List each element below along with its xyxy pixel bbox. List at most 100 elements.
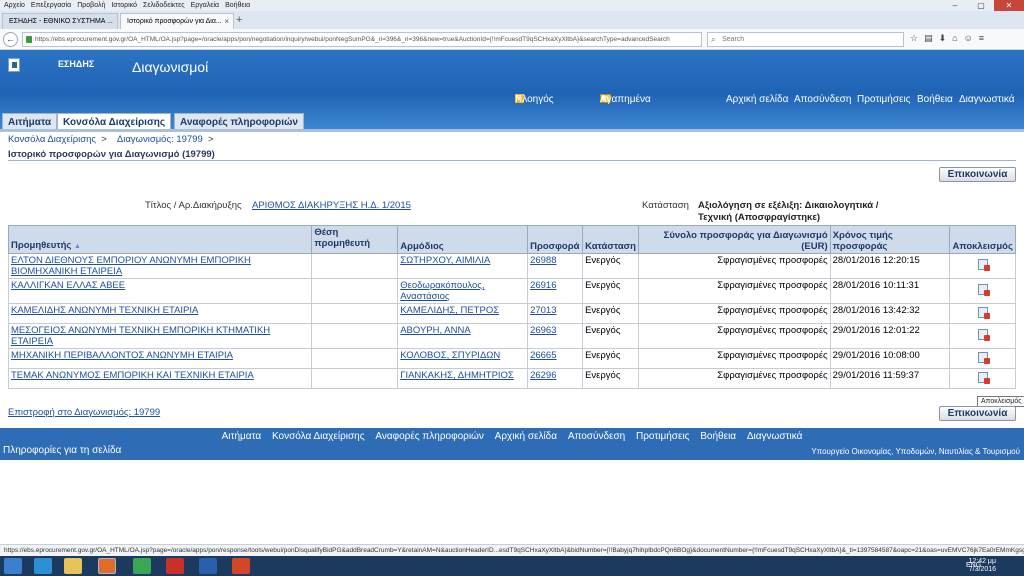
footer-link-logout[interactable]: Αποσύνδεση <box>568 431 625 442</box>
sync-icon[interactable]: ☺ <box>964 33 973 44</box>
firefox-icon[interactable] <box>98 558 116 574</box>
close-window-icon[interactable]: ✕ <box>994 0 1024 11</box>
bid-number-link[interactable]: 26665 <box>527 348 584 369</box>
close-tab-icon[interactable]: × <box>224 17 229 26</box>
diagnostics-link[interactable]: Διαγνωστικά <box>959 94 1015 105</box>
file-explorer-icon[interactable] <box>64 558 82 574</box>
supplier-link[interactable]: ΚΑΛΛΙΓΚΑΝ ΕΛΛΑΣ ΑΒΕΕ <box>7 278 313 304</box>
home-link[interactable]: Αρχική σελίδα <box>726 94 788 105</box>
new-tab-icon[interactable]: + <box>236 14 242 26</box>
supplier-link[interactable]: ΤΕΜΑΚ ΑΝΩΝΥΜΟΣ ΕΜΠΟΡΙΚΗ ΚΑΙ ΤΕΧΝΙΚΗ ΕΤΑΙ… <box>7 368 313 389</box>
reading-list-icon[interactable]: ▤ <box>924 33 933 44</box>
tab-info-reports[interactable]: Αναφορές πληροφοριών <box>174 113 304 130</box>
browser-menubar: Αρχείο Επεξεργασία Προβολή Ιστορικό Σελι… <box>0 0 1024 11</box>
footer-link-diagnostics[interactable]: Διαγνωστικά <box>747 431 803 442</box>
bid-time-cell: 28/01/2016 13:42:32 <box>829 303 951 324</box>
return-to-tender-link[interactable]: Επιστροφή στο Διαγωνισμός: 19799 <box>8 407 160 418</box>
search-input[interactable]: ⌕ Search <box>707 32 904 47</box>
tab-requests[interactable]: Αιτήματα <box>2 113 58 130</box>
menu-history[interactable]: Ιστορικό <box>111 2 137 9</box>
disqualify-icon[interactable] <box>977 371 990 384</box>
tab-admin-console[interactable]: Κονσόλα Διαχείρισης <box>57 113 172 130</box>
window-controls: – ▢ ✕ <box>942 0 1024 11</box>
bid-number-link[interactable]: 26916 <box>527 278 584 304</box>
breadcrumb-separator: > <box>101 134 107 145</box>
help-link[interactable]: Βοήθεια <box>917 94 953 105</box>
browser-tab-label: Ιστορικό προσφορών για Δια... <box>127 18 222 25</box>
contact-button[interactable]: Επικοινωνία <box>939 167 1016 182</box>
supplier-link[interactable]: ΜΗΧΑΝΙΚΗ ΠΕΡΙΒΑΛΛΟΝΤΟΣ ΑΝΩΝΥΜΗ ΕΤΑΙΡΙΑ <box>7 348 313 369</box>
browser-tab-bid-history[interactable]: Ιστορικό προσφορών για Δια... × <box>120 13 234 29</box>
chrome-icon[interactable] <box>133 558 151 574</box>
title-value-link[interactable]: ΑΡΙΘΜΟΣ ΔΙΑΚΗΡΥΞΗΣ Η.Δ. 1/2015 <box>252 200 411 211</box>
supplier-site-cell <box>311 323 399 349</box>
browser-tab-esidis[interactable]: ΕΣΗΔΗΣ - ΕΘΝΙΚΟ ΣΥΣΤΗΜΑ ... <box>2 13 118 29</box>
page-info-link[interactable]: Πληροφορίες για τη σελίδα <box>3 445 121 456</box>
browser-tabbar: ΕΣΗΔΗΣ - ΕΘΝΙΚΟ ΣΥΣΤΗΜΑ ... Ιστορικό προ… <box>0 11 1024 29</box>
disqualify-icon[interactable] <box>977 329 990 341</box>
powerpoint-icon[interactable] <box>232 558 250 574</box>
maximize-icon[interactable]: ▢ <box>968 0 994 11</box>
footer-link-help[interactable]: Βοήθεια <box>700 431 736 442</box>
disqualify-icon[interactable] <box>977 306 990 319</box>
system-clock[interactable]: 12:42 μμ 7/3/2016 <box>968 558 996 574</box>
supplier-link[interactable]: ΚΑΜΕΛΙΔΗΣ ΑΝΩΝΥΜΗ ΤΕΧΝΙΚΗ ΕΤΑΙΡΙΑ <box>7 303 313 324</box>
responsible-link[interactable]: ΓΙΑΝΚΑΚΗΣ, ΔΗΜΗΤΡΙΟΣ <box>397 368 529 389</box>
disqualify-cell <box>949 303 1016 324</box>
disqualify-icon[interactable] <box>977 284 990 296</box>
footer-link-info-reports[interactable]: Αναφορές πληροφοριών <box>375 431 484 442</box>
bookmark-star-icon[interactable]: ☆ <box>910 33 918 44</box>
brand-name: ΕΣΗΔΗΣ <box>58 59 95 69</box>
menu-view[interactable]: Προβολή <box>77 2 105 9</box>
col-total: Σύνολο προσφοράς για Διαγωνισμό (EUR) <box>638 225 831 254</box>
bid-number-link[interactable]: 26988 <box>527 253 584 279</box>
clock-date: 7/3/2016 <box>968 566 996 573</box>
internet-explorer-icon[interactable] <box>34 558 52 574</box>
col-time: Χρόνος τιμής προσφοράς <box>829 225 951 254</box>
responsible-link[interactable]: ΚΑΜΕΛΙΔΗΣ, ΠΕΤΡΟΣ <box>397 303 529 324</box>
menu-bookmarks[interactable]: Σελιδοδείκτες <box>143 2 185 9</box>
footer-link-admin-console[interactable]: Κονσόλα Διαχείρισης <box>272 431 365 442</box>
responsible-link[interactable]: ΑΒΟΥΡΗ, ΑΝΝΑ <box>397 323 529 349</box>
minimize-icon[interactable]: – <box>942 0 968 11</box>
bid-number-link[interactable]: 26963 <box>527 323 584 349</box>
downloads-icon[interactable]: ⬇ <box>939 33 947 44</box>
bid-number-link[interactable]: 27013 <box>527 303 584 324</box>
menu-help[interactable]: Βοήθεια <box>225 2 250 9</box>
menu-tools[interactable]: Εργαλεία <box>191 2 219 9</box>
disqualify-icon[interactable] <box>977 351 990 364</box>
supplier-link[interactable]: ΜΕΣΟΓΕΙΟΣ ΑΝΩΝΥΜΗ ΤΕΧΝΙΚΗ ΕΜΠΟΡΙΚΗ ΚΤΗΜΑ… <box>7 323 313 349</box>
hamburger-menu-icon[interactable]: ≡ <box>979 33 984 44</box>
bid-time-cell: 29/01/2016 10:08:00 <box>829 348 951 369</box>
back-icon[interactable]: ← <box>3 32 18 47</box>
global-nav: Πλοηγός ▼ Αγαπημένα ▼ Αρχική σελίδα Αποσ… <box>0 94 1024 108</box>
disqualify-cell <box>949 323 1016 349</box>
contact-button-bottom[interactable]: Επικοινωνία <box>939 406 1016 421</box>
windows-taskbar: ENG 12:42 μμ 7/3/2016 <box>0 556 1024 576</box>
logout-link[interactable]: Αποσύνδεση <box>794 94 851 105</box>
supplier-site-cell <box>311 278 399 304</box>
menu-edit[interactable]: Επεξεργασία <box>31 2 71 9</box>
start-windows-icon[interactable] <box>4 558 22 574</box>
supplier-link[interactable]: ΕΛΤΟΝ ΔΙΕΘΝΟΥΣ ΕΜΠΟΡΙΟΥ ΑΝΩΝΥΜΗ ΕΜΠΟΡΙΚΗ… <box>7 253 313 279</box>
menu-file[interactable]: Αρχείο <box>4 2 25 9</box>
footer-link-home[interactable]: Αρχική σελίδα <box>495 431 557 442</box>
table-row: ΚΑΛΛΙΓΚΑΝ ΕΛΛΑΣ ΑΒΕΕ Θεοδωρακόπουλος, Ανα… <box>7 278 1016 304</box>
breadcrumb-admin-console[interactable]: Κονσόλα Διαχείρισης <box>8 134 96 145</box>
responsible-link[interactable]: ΣΩΤΗΡΧΟΥ, ΑΙΜΙΛΙΑ <box>397 253 529 279</box>
chevron-down-icon: ▼ <box>600 94 608 103</box>
disqualify-icon[interactable] <box>977 259 990 271</box>
col-supplier[interactable]: Προμηθευτής ▲ <box>7 225 313 254</box>
acrobat-icon[interactable] <box>166 558 184 574</box>
footer-link-requests[interactable]: Αιτήματα <box>222 431 262 442</box>
bid-time-cell: 29/01/2016 12:01:22 <box>829 323 951 349</box>
preferences-link[interactable]: Προτιμήσεις <box>857 94 911 105</box>
bid-number-link[interactable]: 26296 <box>527 368 584 389</box>
responsible-link[interactable]: Θεοδωρακόπουλος, Αναστάσιος <box>397 278 529 304</box>
home-icon[interactable]: ⌂ <box>952 33 957 44</box>
footer-link-preferences[interactable]: Προτιμήσεις <box>636 431 690 442</box>
word-icon[interactable] <box>199 558 217 574</box>
breadcrumb-tender[interactable]: Διαγωνισμός: 19799 <box>117 134 203 145</box>
url-bar[interactable]: https://ebs.eprocurement.gov.gr/OA_HTML/… <box>22 32 702 47</box>
responsible-link[interactable]: ΚΟΛΟΒΟΣ, ΣΠΥΡΙΔΩΝ <box>397 348 529 369</box>
